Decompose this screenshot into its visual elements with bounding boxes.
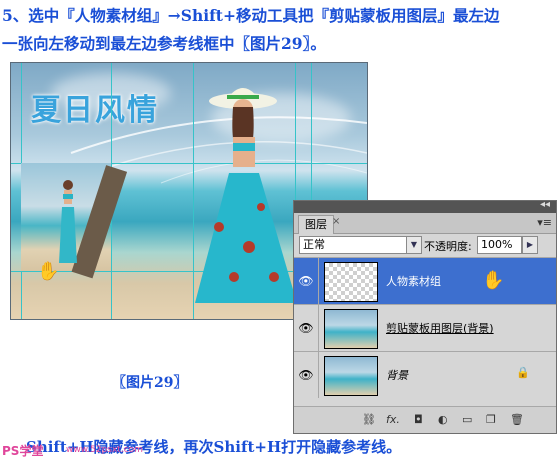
fx-icon[interactable]: fx. xyxy=(386,413,400,426)
main-woman-figure xyxy=(195,88,297,303)
layers-panel: ◂◂ 图层 × ▾≡ 正常 ▼ 不透明度: 100% ▶ 👁 人物素材组 ✋ 👁… xyxy=(293,199,557,434)
layer-row[interactable]: 👁 背景 🔒 xyxy=(294,351,556,398)
new-layer-icon[interactable]: ❐ xyxy=(486,413,496,426)
opacity-value: 100% xyxy=(481,238,513,251)
watermark-url: www.52psxt.com xyxy=(66,445,143,455)
layer-name: 人物素材组 xyxy=(386,275,441,288)
layer-thumbnail xyxy=(324,262,378,302)
tab-layers[interactable]: 图层 xyxy=(298,215,334,234)
layer-row[interactable]: 👁 人物素材组 ✋ xyxy=(294,257,556,304)
title-art: 夏日风情 xyxy=(31,93,159,128)
blend-mode-select[interactable]: 正常 ▼ xyxy=(299,236,422,254)
inset-woman-figure xyxy=(59,180,77,263)
hand-cursor-icon: ✋ xyxy=(37,261,60,282)
inset-photo[interactable] xyxy=(21,163,128,279)
eye-icon[interactable]: 👁 xyxy=(294,352,319,398)
chevron-down-icon[interactable]: ▼ xyxy=(406,237,421,253)
layer-thumbnail xyxy=(324,356,378,396)
opacity-field[interactable]: 100% xyxy=(477,236,522,254)
adjustment-icon[interactable]: ◐ xyxy=(438,413,448,426)
instruction-line-1: 5、选中『人物素材组』→Shift+移动工具把『剪贴蒙板用图层』最左边 xyxy=(2,6,500,25)
opacity-arrow-icon[interactable]: ▶ xyxy=(522,236,538,254)
link-icon[interactable]: ⛓ xyxy=(362,413,376,426)
panel-menu-icon[interactable]: ▾≡ xyxy=(537,216,552,229)
hand-cursor-icon: ✋ xyxy=(482,270,505,291)
eye-icon[interactable]: 👁 xyxy=(294,305,319,351)
layer-row[interactable]: 👁 剪贴蒙板用图层(背景) xyxy=(294,304,556,351)
instruction-line-2: 一张向左移动到最左边参考线框中〖图片29〗。 xyxy=(2,34,326,53)
close-icon[interactable]: × xyxy=(332,216,340,227)
trash-icon[interactable]: 🗑 xyxy=(510,413,524,426)
panel-title-bar[interactable]: ◂◂ xyxy=(294,199,556,213)
lock-icon: 🔒 xyxy=(516,366,530,379)
mask-icon[interactable]: ◘ xyxy=(414,413,423,426)
layer-thumbnail xyxy=(324,309,378,349)
tab-layers-label: 图层 xyxy=(305,218,327,231)
group-folder-icon[interactable]: ▭ xyxy=(462,413,472,426)
instruction-text: 5、选中『人物素材组』→Shift+移动工具把『剪贴蒙板用图层』最左边 一张向左… xyxy=(2,2,558,58)
layer-name: 剪贴蒙板用图层(背景) xyxy=(386,322,494,335)
panel-bottom-toolbar: ⛓ fx. ◘ ◐ ▭ ❐ 🗑 xyxy=(294,406,556,433)
figure-caption: 〖图片29〗 xyxy=(112,375,188,391)
layer-name: 背景 xyxy=(386,369,408,382)
collapse-icon[interactable]: ◂◂ xyxy=(540,199,550,210)
opacity-label: 不透明度: xyxy=(424,240,472,253)
blend-mode-value: 正常 xyxy=(303,238,325,251)
watermark-logo: PS学堂 xyxy=(2,444,44,458)
eye-icon[interactable]: 👁 xyxy=(294,258,319,304)
